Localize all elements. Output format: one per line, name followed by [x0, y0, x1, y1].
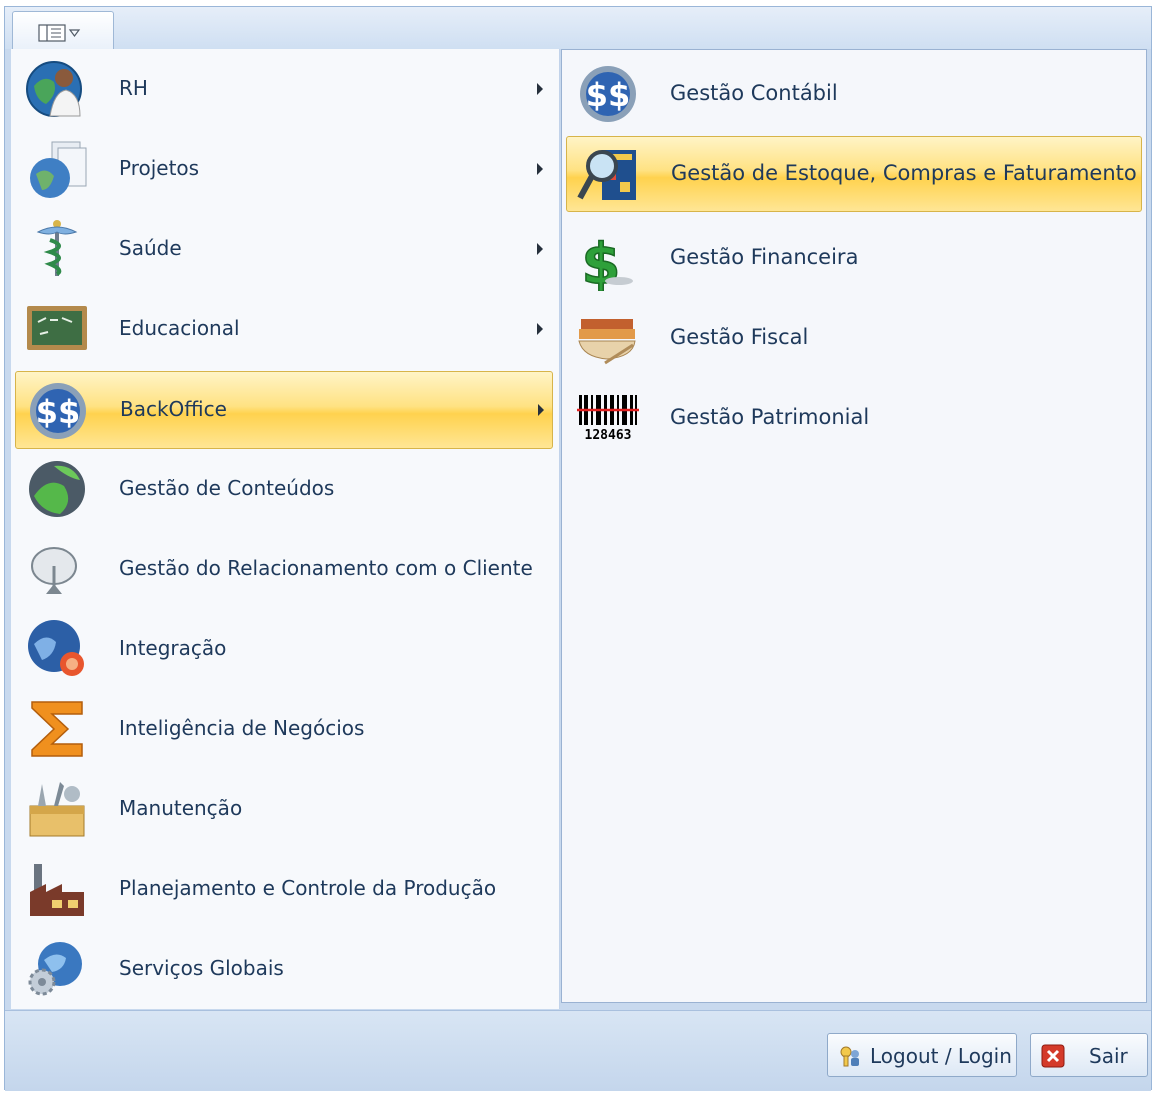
exit-label: Sair — [1089, 1044, 1128, 1068]
menu-item-label: Gestão Contábil — [670, 81, 838, 105]
keys-users-icon — [838, 1044, 862, 1068]
menu-item-label: Gestão de Conteúdos — [119, 476, 335, 500]
menu-item-rh[interactable]: RH — [15, 49, 553, 129]
submenu-item-gestao-financeira[interactable]: $ Gestão Financeira — [566, 218, 1142, 298]
menu-item-saude[interactable]: Saúde — [15, 209, 553, 289]
barcode-icon: 128463 — [575, 385, 641, 451]
backoffice-submenu: $$ Gestão Contábil Gestão de Estoque, Co… — [561, 49, 1147, 1003]
menu-item-gestao-conteudos[interactable]: Gestão de Conteúdos — [15, 449, 553, 529]
title-bar — [5, 7, 1151, 49]
factory-icon — [24, 856, 90, 922]
menu-item-label: Serviços Globais — [119, 956, 284, 980]
submenu-arrow-icon — [538, 404, 544, 416]
menu-item-label: Planejamento e Controle da Produção — [119, 876, 497, 900]
menu-item-integracao[interactable]: Integração — [15, 609, 553, 689]
submenu-arrow-icon — [537, 323, 543, 335]
menu-item-label: Gestão do Relacionamento com o Cliente — [119, 556, 533, 580]
menu-item-label: Gestão de Estoque, Compras e Faturamento — [671, 161, 1137, 185]
books-quill-icon — [575, 305, 641, 371]
submenu-arrow-icon — [537, 83, 543, 95]
dollar-coin-icon: $$ — [575, 61, 641, 127]
menu-footer: Logout / Login Sair — [5, 1010, 1151, 1091]
menu-item-inteligencia-negocios[interactable]: Inteligência de Negócios — [15, 689, 553, 769]
green-dollar-icon: $ — [575, 225, 641, 291]
app-menu-button[interactable] — [12, 11, 114, 49]
red-close-icon — [1041, 1044, 1065, 1068]
submenu-item-gestao-estoque[interactable]: Gestão de Estoque, Compras e Faturamento — [566, 136, 1142, 212]
svg-text:$$: $$ — [586, 76, 631, 114]
submenu-arrow-icon — [537, 243, 543, 255]
svg-text:$$: $$ — [36, 393, 81, 431]
menu-item-label: Educacional — [119, 316, 240, 340]
menu-item-servicos-globais[interactable]: Serviços Globais — [15, 929, 553, 1009]
application-menu-window: RH Projetos Saúde Educacional $$ BackOff… — [4, 6, 1152, 1091]
exit-button[interactable]: Sair — [1030, 1033, 1148, 1077]
menu-item-label: Saúde — [119, 236, 182, 260]
menu-item-backoffice[interactable]: $$ BackOffice — [15, 371, 553, 449]
satellite-dish-icon — [24, 536, 90, 602]
menu-item-gestao-relacionamento[interactable]: Gestão do Relacionamento com o Cliente — [15, 529, 553, 609]
globe-puzzle-icon — [24, 616, 90, 682]
submenu-arrow-icon — [537, 163, 543, 175]
menu-item-projetos[interactable]: Projetos — [15, 129, 553, 209]
hr-person-globe-icon — [24, 56, 90, 122]
main-module-list: RH Projetos Saúde Educacional $$ BackOff… — [11, 49, 560, 1009]
magnifier-document-icon — [576, 142, 642, 208]
globe-gears-icon — [24, 936, 90, 1002]
sigma-icon — [24, 696, 90, 762]
toolbox-icon — [24, 776, 90, 842]
caduceus-icon — [24, 216, 90, 282]
menu-item-label: BackOffice — [120, 397, 227, 421]
logout-login-button[interactable]: Logout / Login — [827, 1033, 1017, 1077]
submenu-item-gestao-fiscal[interactable]: Gestão Fiscal — [566, 298, 1142, 378]
submenu-item-gestao-patrimonial[interactable]: 128463 Gestão Patrimonial — [566, 378, 1142, 458]
dollar-coin-icon: $$ — [25, 378, 91, 444]
chalkboard-icon — [24, 296, 90, 362]
menu-item-planejamento-producao[interactable]: Planejamento e Controle da Produção — [15, 849, 553, 929]
ribbon-app-menu-icon — [38, 24, 86, 46]
menu-item-label: Gestão Fiscal — [670, 325, 809, 349]
menu-item-educacional[interactable]: Educacional — [15, 289, 553, 369]
menu-item-label: Manutenção — [119, 796, 243, 820]
menu-item-label: RH — [119, 76, 148, 100]
menu-item-label: Projetos — [119, 156, 200, 180]
green-globe-icon — [24, 456, 90, 522]
menu-item-label: Gestão Patrimonial — [670, 405, 870, 429]
projects-globe-documents-icon — [24, 136, 90, 202]
submenu-item-gestao-contabil[interactable]: $$ Gestão Contábil — [566, 54, 1142, 134]
menu-item-label: Gestão Financeira — [670, 245, 859, 269]
menu-item-label: Inteligência de Negócios — [119, 716, 365, 740]
menu-item-manutencao[interactable]: Manutenção — [15, 769, 553, 849]
menu-item-label: Integração — [119, 636, 227, 660]
logout-login-label: Logout / Login — [870, 1044, 1012, 1068]
barcode-number: 128463 — [585, 428, 632, 443]
